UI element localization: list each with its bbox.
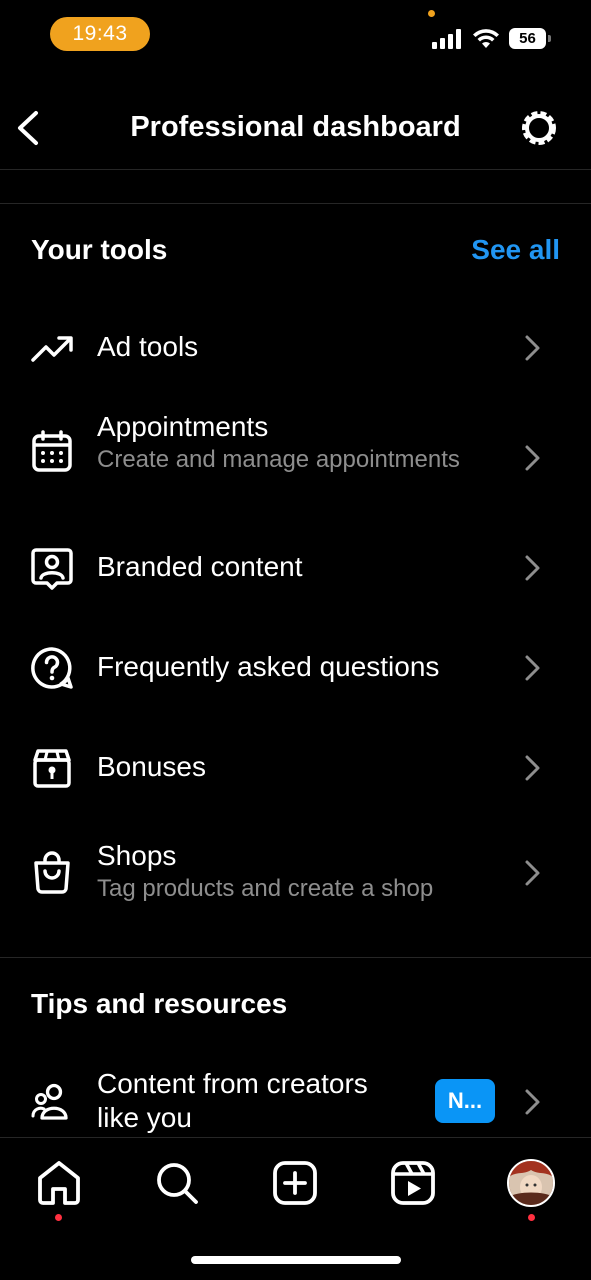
new-badge: N... [435, 1079, 495, 1123]
avatar-image [509, 1161, 553, 1205]
section-divider [0, 957, 591, 958]
settings-gear-icon[interactable] [517, 106, 561, 150]
tool-row-appointments[interactable]: Appointments Create and manage appointme… [0, 408, 591, 512]
search-icon [157, 1163, 198, 1204]
people-icon [31, 1083, 68, 1120]
bonus-box-icon [33, 749, 71, 788]
see-all-link[interactable]: See all [471, 234, 560, 266]
tab-home[interactable] [34, 1158, 84, 1208]
page-title: Professional dashboard [130, 111, 461, 143]
profile-avatar[interactable] [507, 1159, 555, 1207]
home-icon [38, 1161, 80, 1205]
tips-title: Tips and resources [31, 988, 288, 1019]
chevron-right-icon [525, 655, 540, 681]
privacy-indicator-dot [428, 10, 435, 17]
chevron-right-icon [525, 445, 540, 471]
notification-dot [55, 1214, 62, 1221]
shopping-bag-icon [34, 851, 70, 894]
tool-label: Appointments [97, 411, 269, 442]
tab-reels[interactable] [388, 1158, 438, 1208]
chevron-right-icon [525, 860, 540, 886]
header: Professional dashboard [0, 80, 591, 170]
branded-content-icon [31, 548, 73, 590]
status-bar: 19:43 56 [0, 0, 591, 70]
signal-icon [432, 29, 461, 49]
chevron-right-icon [525, 555, 540, 581]
tool-subtitle: Tag products and create a shop [97, 875, 434, 902]
tool-label: Shops [97, 840, 177, 871]
tab-create[interactable] [270, 1158, 320, 1208]
tool-label: Branded content [97, 551, 303, 582]
chevron-right-icon [525, 1089, 540, 1115]
chevron-right-icon [525, 755, 540, 781]
question-bubble-icon [31, 647, 73, 689]
tool-label: Frequently asked questions [97, 651, 440, 682]
battery-level: 56 [509, 28, 546, 49]
calendar-icon [32, 430, 72, 472]
your-tools-title: Your tools [31, 234, 168, 265]
tip-label: Content from creators like you [97, 1068, 368, 1133]
reels-icon [391, 1161, 435, 1205]
tool-subtitle: Create and manage appointments [97, 446, 460, 473]
tool-row-faq[interactable]: Frequently asked questions [0, 630, 591, 706]
tool-label: Bonuses [97, 751, 206, 782]
tool-row-branded-content[interactable]: Branded content [0, 530, 591, 606]
tool-row-bonuses[interactable]: Bonuses [0, 730, 591, 806]
tool-row-shops[interactable]: Shops Tag products and create a shop [0, 830, 591, 916]
notification-dot [528, 1214, 535, 1221]
status-time: 19:43 [50, 17, 150, 51]
tool-row-ad-tools[interactable]: Ad tools [0, 310, 591, 386]
wifi-icon [473, 29, 499, 48]
battery-icon: 56 [509, 28, 551, 49]
tab-search[interactable] [152, 1158, 202, 1208]
section-divider [0, 203, 591, 204]
trending-up-icon [31, 336, 73, 362]
tool-label: Ad tools [97, 331, 199, 362]
create-icon [273, 1161, 317, 1205]
tip-row-content-from-creators[interactable]: Content from creators like you N... [0, 1062, 591, 1138]
home-indicator [191, 1256, 401, 1264]
chevron-right-icon [525, 335, 540, 361]
